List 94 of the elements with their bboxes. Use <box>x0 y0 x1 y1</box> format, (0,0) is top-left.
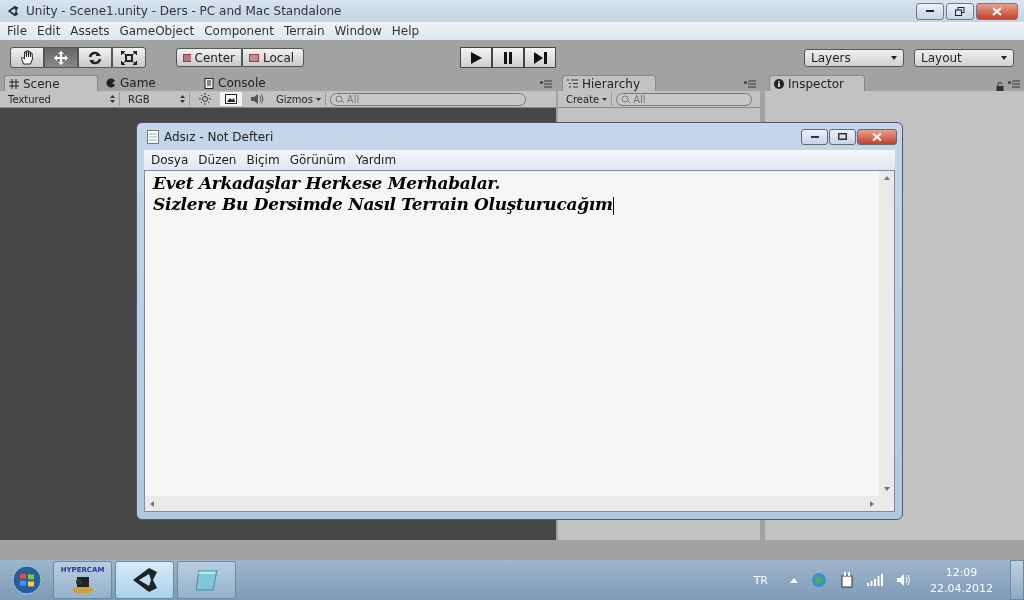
panel-tab[interactable]: Console <box>200 75 294 91</box>
caret-icon <box>891 55 897 60</box>
menu-item[interactable]: Assets <box>65 24 115 38</box>
notepad-icon <box>195 569 218 591</box>
up-down-arrows-icon <box>180 95 185 103</box>
draw-mode-dropdown[interactable]: Textured <box>4 92 120 106</box>
window-title: Adsız - Not Defteri <box>164 129 274 144</box>
pacman-icon <box>106 78 116 88</box>
panel-menu-icon[interactable] <box>1008 80 1020 88</box>
close-icon <box>872 132 882 141</box>
view-toggle-button[interactable] <box>220 92 242 106</box>
maximize-icon <box>838 133 847 140</box>
menu-item[interactable]: File <box>2 24 33 38</box>
menu-item[interactable]: GameObject <box>114 24 200 38</box>
caret-icon <box>315 97 321 101</box>
scroll-down-icon[interactable] <box>883 487 890 491</box>
close-icon <box>992 6 1002 16</box>
play-control-button[interactable] <box>492 47 524 68</box>
panel-tab[interactable]: Game <box>102 75 196 91</box>
image-icon <box>225 94 237 104</box>
minimize-icon <box>810 135 819 138</box>
restore-button[interactable] <box>946 2 974 20</box>
menu-item[interactable]: Görünüm <box>284 153 351 167</box>
windows-logo-icon <box>12 565 42 595</box>
play-control-button[interactable] <box>524 47 556 68</box>
search-icon <box>334 94 345 104</box>
menu-item[interactable]: Edit <box>32 24 66 38</box>
menu-item[interactable]: Yardım <box>350 153 402 167</box>
window-title: Unity - Scene1.unity - Ders - PC and Mac Standalone <box>26 4 342 18</box>
unity-logo-icon <box>132 568 157 592</box>
play-icon <box>470 51 482 64</box>
document-icon <box>204 77 214 89</box>
menu-item[interactable]: Düzen <box>193 153 242 167</box>
search-icon <box>621 94 632 104</box>
pivot-button[interactable]: Center <box>176 48 242 67</box>
panel-tab[interactable]: Hierarchy <box>562 75 656 91</box>
info-icon <box>774 78 784 89</box>
create-dropdown[interactable]: Create <box>562 92 613 106</box>
layers-dropdown[interactable]: Layers <box>804 48 904 67</box>
lock-icon[interactable] <box>996 82 1004 91</box>
menu-item[interactable]: Component <box>199 24 279 38</box>
menu-item[interactable]: Dosya <box>146 153 194 167</box>
minimize-icon <box>926 10 934 12</box>
caret-icon <box>602 97 608 101</box>
play-control-button[interactable] <box>460 47 492 68</box>
grid-icon <box>9 78 19 89</box>
scale-icon <box>121 50 137 65</box>
minimize-button[interactable] <box>801 128 828 145</box>
notepad-icon <box>147 129 159 144</box>
taskbar-app-button[interactable] <box>115 561 174 599</box>
scroll-left-icon[interactable] <box>150 500 154 507</box>
panel-menu-icon[interactable] <box>744 80 756 88</box>
hand-icon <box>20 50 34 65</box>
scroll-up-icon[interactable] <box>883 176 890 180</box>
render-mode-dropdown[interactable]: RGB <box>124 92 190 106</box>
menu-item[interactable]: Terrain <box>278 24 330 38</box>
tool-button[interactable] <box>78 47 112 68</box>
tool-button[interactable] <box>10 47 44 68</box>
signal-bars-icon[interactable] <box>867 574 883 586</box>
text-line: Evet Arkadaşlar Herkese Merhabalar. <box>153 173 502 194</box>
layout-dropdown[interactable]: Layout <box>914 48 1014 67</box>
vertical-scrollbar[interactable] <box>879 171 894 496</box>
menu-item[interactable]: Help <box>386 24 425 38</box>
list-icon <box>567 79 578 88</box>
maximize-button[interactable] <box>829 128 856 145</box>
pivot-button[interactable]: Local <box>242 48 304 67</box>
speaker-icon[interactable] <box>896 573 912 587</box>
menu-item[interactable]: Biçim <box>241 153 285 167</box>
close-button[interactable] <box>976 2 1018 20</box>
scroll-right-icon[interactable] <box>870 500 874 507</box>
pivot-center-icon <box>183 53 191 62</box>
power-plug-icon[interactable] <box>840 572 854 588</box>
tool-button[interactable] <box>112 47 146 68</box>
move-arrows-icon <box>54 50 68 65</box>
panel-tab[interactable]: Inspector <box>769 75 865 91</box>
panel-menu-icon[interactable] <box>540 80 552 88</box>
unity-logo-icon <box>6 4 20 18</box>
restore-icon <box>955 6 965 16</box>
pause-icon <box>504 51 512 64</box>
horizontal-scrollbar[interactable] <box>145 496 879 511</box>
tool-button[interactable] <box>44 47 78 68</box>
minimize-button[interactable] <box>916 2 944 20</box>
gizmos-dropdown[interactable]: Gizmos <box>272 92 326 106</box>
step-forward-icon <box>533 51 547 64</box>
panel-tab[interactable]: Scene <box>4 75 98 91</box>
close-button[interactable] <box>857 128 897 145</box>
text-line: Sizlere Bu Dersimde Nasıl Terrain Oluşturucağım <box>153 194 615 215</box>
caret-icon <box>1001 55 1007 60</box>
speaker-icon <box>250 93 264 105</box>
rotate-icon <box>88 50 102 65</box>
sun-icon <box>199 93 211 105</box>
menu-item[interactable]: Window <box>329 24 387 38</box>
camera-icon <box>69 574 96 594</box>
up-down-arrows-icon <box>110 95 115 103</box>
